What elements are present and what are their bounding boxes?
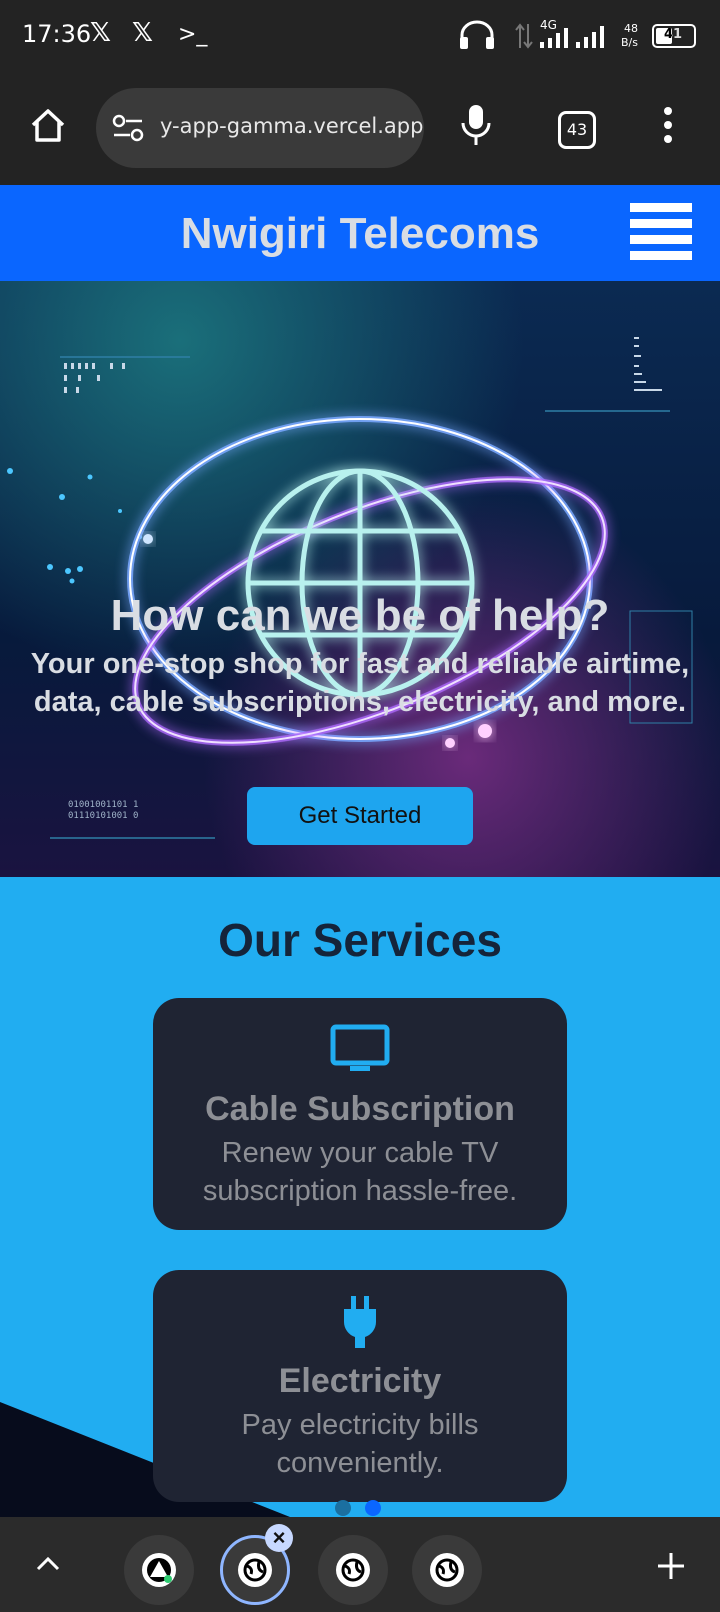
service-card-title: Cable Subscription [205,1090,515,1128]
network-speed-unit: B/s [621,36,638,49]
battery-icon: 41 [652,24,696,48]
network-speed-value: 48 [624,22,638,35]
browser-toolbar: y-app-gamma.vercel.app 43 [0,75,720,185]
tab-switcher-button[interactable]: 43 [558,111,596,149]
tab-thumbnail[interactable] [318,1535,388,1605]
hamburger-menu-icon[interactable] [630,203,692,261]
site-settings-icon[interactable] [112,114,144,142]
close-tab-icon[interactable]: × [265,1524,293,1552]
microphone-icon[interactable] [460,103,492,147]
globe-icon [430,1553,464,1587]
signal-icon [576,26,604,48]
tab-thumbnail[interactable] [412,1535,482,1605]
binary-text: 01001001101 1 [68,800,138,810]
site-title[interactable]: Nwigiri Telecoms [0,209,720,259]
new-tab-icon[interactable] [656,1551,686,1581]
battery-level: 41 [664,27,683,42]
services-title: Our Services [218,914,502,966]
service-card-electricity[interactable]: Electricity Pay electricity bills conven… [153,1270,567,1502]
more-menu-icon[interactable] [662,105,674,145]
tab-thumbnail-active[interactable]: × [220,1524,293,1605]
globe-icon [238,1553,272,1587]
hero-title: How can we be of help? [110,591,610,640]
get-started-button[interactable]: Get Started [247,787,473,845]
headphones-icon [460,20,494,49]
app-logo-icon [142,1553,176,1587]
globe-icon [336,1553,370,1587]
site-header: Nwigiri Telecoms [0,185,720,281]
tv-icon [330,1024,390,1071]
terminal-icon: >_ [178,22,208,47]
x-app-icon: 𝕏 [132,18,153,48]
signal-icon [540,28,568,48]
url-bar[interactable]: y-app-gamma.vercel.app [96,88,424,168]
status-time: 17:36 [22,20,92,48]
chevron-up-icon[interactable] [34,1553,62,1573]
service-card-description: Renew your cable TV subscription hassle-… [202,1137,518,1207]
x-app-icon: 𝕏 [90,18,111,48]
browser-tab-strip: × [0,1517,720,1612]
hero-section: 01001001101 1 01110101001 0 How can we b… [0,281,720,877]
home-icon[interactable] [28,105,68,145]
service-card-title: Electricity [278,1362,442,1400]
carousel-dot-active[interactable] [365,1500,381,1516]
hero-subtitle: Your one-stop shop for fast and reliable… [30,648,690,718]
status-bar: 17:36 𝕏 𝕏 >_ 4G 48 B/s 41 [0,0,720,75]
service-card-description: Pay electricity bills conveniently. [241,1409,479,1479]
url-text: y-app-gamma.vercel.app [160,114,424,138]
data-transfer-icon [515,23,533,49]
binary-text: 01110101001 0 [68,811,138,821]
plug-icon [344,1296,376,1348]
services-section: Our Services Cable Subscription Renew yo… [0,877,720,1517]
service-card-cable[interactable]: Cable Subscription Renew your cable TV s… [153,998,567,1230]
carousel-dot[interactable] [335,1500,351,1516]
tab-thumbnail[interactable] [124,1535,194,1605]
